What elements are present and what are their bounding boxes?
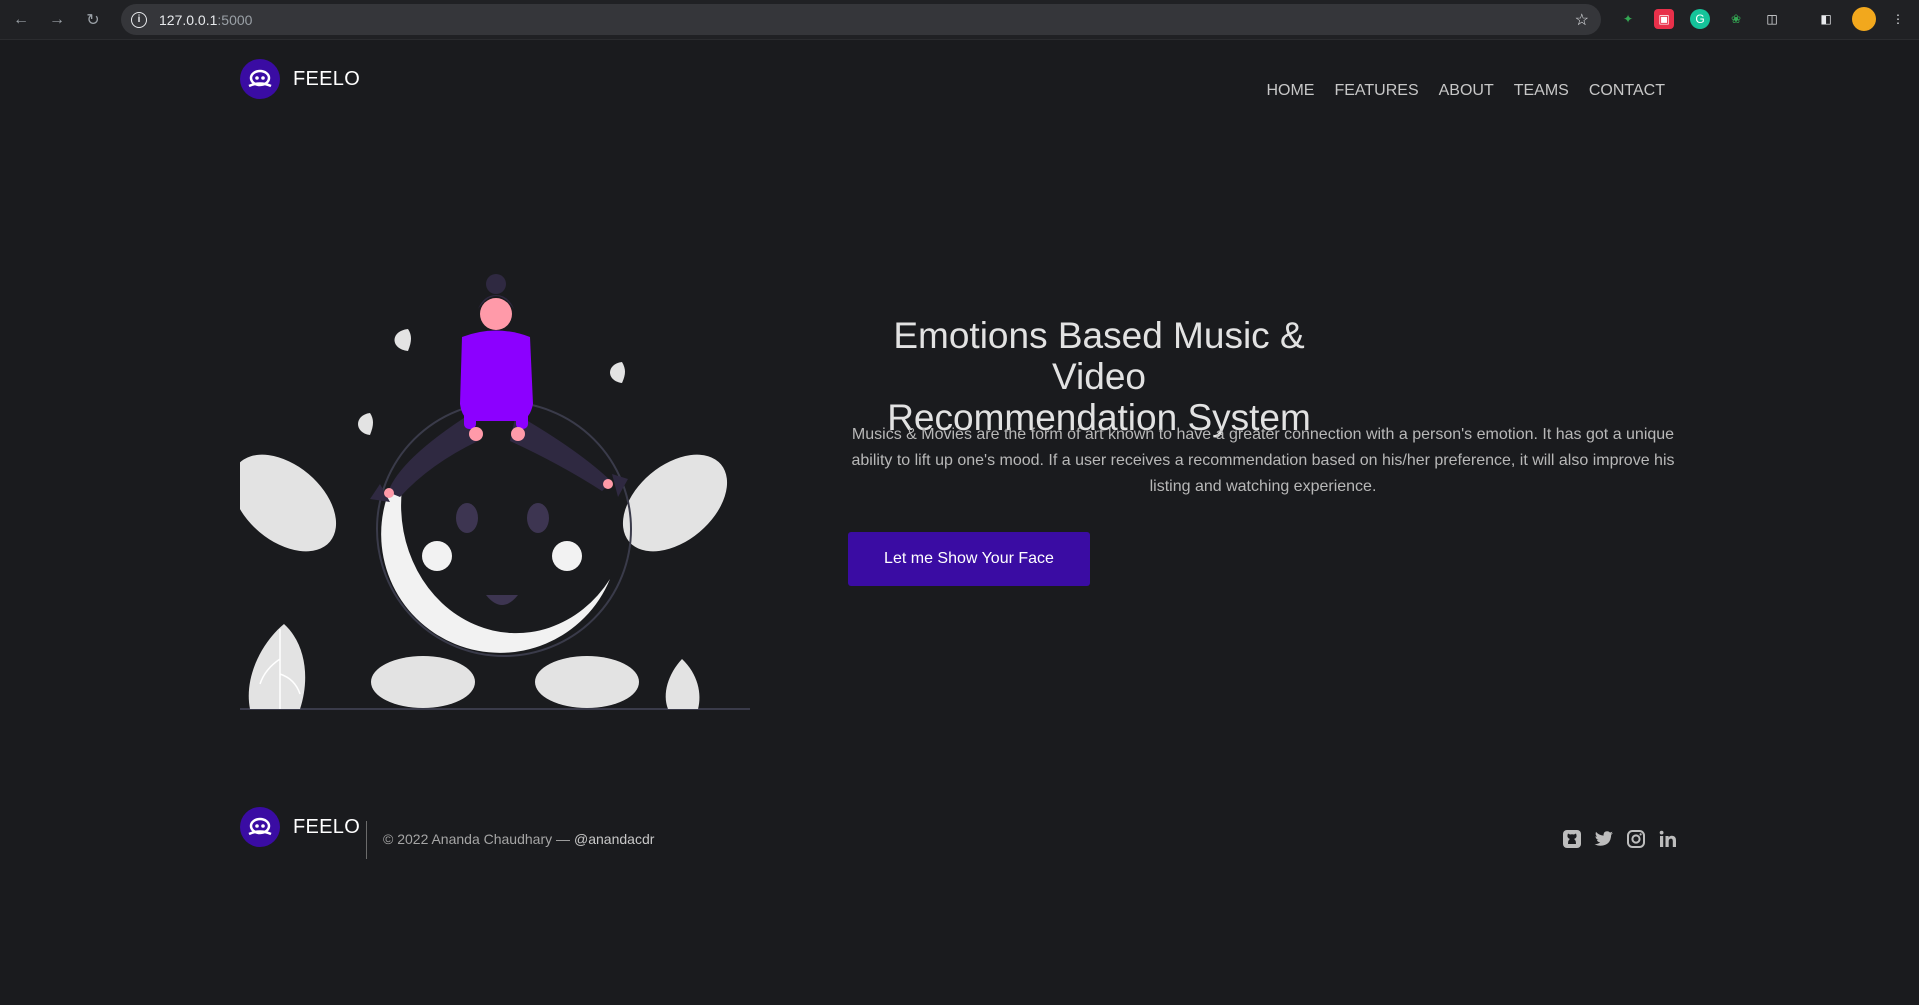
- grammarly-icon[interactable]: G: [1690, 9, 1710, 29]
- face-eye-right: [527, 503, 549, 533]
- address-bar[interactable]: i 127.0.0.1:5000 ☆: [121, 4, 1601, 35]
- extension-green-icon[interactable]: ✦: [1618, 9, 1638, 29]
- address-url: 127.0.0.1:5000: [159, 12, 252, 28]
- figure-hair-bun: [486, 274, 506, 294]
- nav-contact[interactable]: CONTACT: [1589, 82, 1665, 100]
- reload-icon[interactable]: ↻: [78, 5, 108, 35]
- hero-text-line2: ability to lift up one's mood. If a user…: [851, 452, 1675, 469]
- face-mouth: [486, 595, 518, 605]
- nav-home[interactable]: HOME: [1266, 82, 1314, 100]
- hero-illustration: [240, 274, 750, 710]
- leaf-large: [248, 624, 306, 709]
- face-cheek-left: [422, 541, 452, 571]
- hero-title-line1: Emotions Based Music & Video: [893, 315, 1305, 397]
- leaf-small: [665, 659, 700, 709]
- footer-divider: [366, 821, 367, 859]
- profile-avatar[interactable]: [1852, 7, 1876, 31]
- author-handle-link[interactable]: @anandacdr: [574, 831, 654, 847]
- figure-arm-right: [516, 369, 528, 429]
- figure-ankle-right: [603, 479, 613, 489]
- foot-left: [371, 656, 475, 708]
- side-panel-icon[interactable]: ◧: [1816, 9, 1836, 29]
- hero-description: Musics & Movies are the form of art know…: [848, 422, 1678, 500]
- petal-1: [394, 329, 411, 351]
- face-eye-left: [456, 503, 478, 533]
- face-outline: [376, 401, 632, 657]
- left-lobe: [240, 454, 337, 552]
- extension-leaf-icon[interactable]: ❀: [1726, 9, 1746, 29]
- copyright-text: © 2022 Ananda Chaudhary —: [383, 831, 571, 847]
- page: FEELO HOME FEATURES ABOUT TEAMS CONTACT: [0, 41, 1919, 1005]
- face-crescent: [381, 489, 610, 653]
- petal-2: [610, 362, 625, 383]
- social-links: [1551, 828, 1679, 850]
- site-info-icon[interactable]: i: [131, 11, 147, 28]
- browser-toolbar: ← → ↻ i 127.0.0.1:5000 ☆ ✦ ▣ G ❀ ◫ ◧ ⋮: [0, 0, 1919, 40]
- figure-arm-left: [464, 369, 476, 429]
- instagram-icon[interactable]: [1625, 828, 1647, 850]
- feelo-logo-icon: [240, 59, 280, 99]
- nav-teams[interactable]: TEAMS: [1514, 82, 1569, 100]
- footer-copyright: © 2022 Ananda Chaudhary — @anandacdr: [383, 831, 654, 847]
- menu-kebab-icon[interactable]: ⋮: [1888, 9, 1908, 29]
- url-host: 127.0.0.1: [159, 11, 218, 28]
- github-icon[interactable]: [1561, 828, 1583, 850]
- forward-icon[interactable]: →: [42, 5, 72, 35]
- nav-about[interactable]: ABOUT: [1439, 82, 1494, 100]
- footer-brand[interactable]: FEELO: [240, 807, 360, 847]
- extensions-puzzle-icon[interactable]: ◫: [1762, 9, 1782, 29]
- bookmark-star-icon[interactable]: ☆: [1575, 10, 1589, 30]
- foot-right: [535, 656, 639, 708]
- url-port: :5000: [217, 11, 253, 28]
- linkedin-icon[interactable]: [1657, 828, 1679, 850]
- hero-text-line3: listing and watching experience.: [1149, 478, 1377, 495]
- main-nav: HOME FEATURES ABOUT TEAMS CONTACT: [1246, 82, 1665, 100]
- back-icon[interactable]: ←: [6, 5, 36, 35]
- footer-brand-name: FEELO: [293, 815, 361, 838]
- right-lobe: [622, 454, 728, 552]
- petal-3: [358, 413, 373, 435]
- feelo-logo-icon: [240, 807, 280, 847]
- face-cheek-right: [552, 541, 582, 571]
- figure-hand-right: [511, 427, 525, 441]
- brand-name: FEELO: [293, 67, 361, 90]
- figure-ankle-left: [384, 488, 394, 498]
- nav-features[interactable]: FEATURES: [1334, 82, 1418, 100]
- figure-hand-left: [469, 427, 483, 441]
- twitter-icon[interactable]: [1593, 828, 1615, 850]
- hero-title: Emotions Based Music & Video Recommendat…: [848, 315, 1350, 438]
- show-face-button[interactable]: Let me Show Your Face: [848, 532, 1090, 586]
- figure-head: [480, 298, 512, 330]
- extension-red-icon[interactable]: ▣: [1654, 9, 1674, 29]
- hero-text-line1: Musics & Movies are the form of art know…: [851, 426, 1675, 443]
- header-brand[interactable]: FEELO: [240, 59, 360, 99]
